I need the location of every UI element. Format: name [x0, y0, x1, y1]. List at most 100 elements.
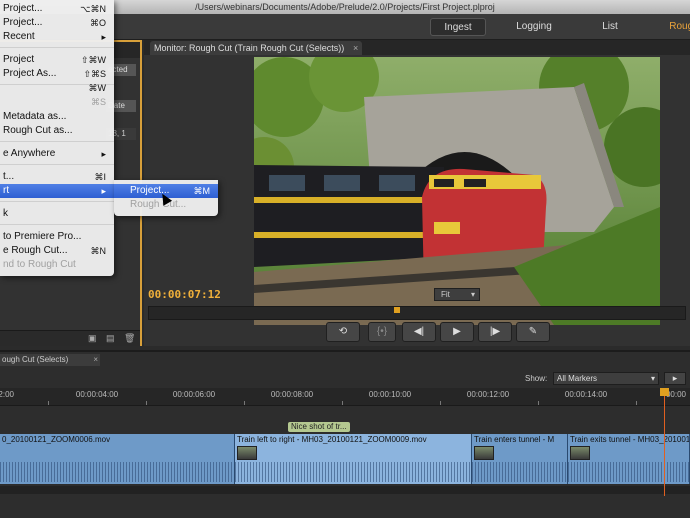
settings-button[interactable]: ✎ — [516, 322, 550, 342]
chevron-down-icon: ▾ — [650, 374, 655, 383]
ruler-label: 00:00:14:00 — [564, 390, 608, 399]
step-forward-button[interactable]: |▶ — [478, 322, 512, 342]
clip-item[interactable]: 0_20100121_ZOOM0006.mov — [0, 434, 235, 484]
menu-item-shortcut: ⇧⌘S — [83, 69, 106, 79]
menu-separator — [0, 201, 114, 202]
marker-button[interactable]: {•} — [368, 322, 396, 342]
clip-item[interactable]: Train enters tunnel - M — [472, 434, 568, 484]
menu-close[interactable]: ⌘W — [0, 81, 114, 95]
timeline-playhead-handle[interactable] — [660, 388, 669, 396]
menu-save-metadata-as[interactable]: Metadata as... — [0, 110, 114, 124]
menu-item-shortcut: ⌥⌘N — [80, 4, 106, 14]
workspace-ingest[interactable]: Ingest — [430, 18, 486, 36]
menu-item-k[interactable]: k — [0, 207, 114, 221]
menu-item-label: Project... — [3, 3, 43, 14]
clip-waveform — [472, 462, 567, 482]
ruler-tick — [636, 401, 637, 405]
menu-item-label: Metadata as... — [3, 111, 67, 122]
menu-export[interactable]: rt ▸ — [0, 184, 114, 198]
time-ruler[interactable]: 02:00 00:00:04:00 00:00:06:00 00:00:08:0… — [0, 388, 690, 406]
file-menu: Project... ⌥⌘N Project... ⌘O Recent ▸ Proje… — [0, 0, 114, 276]
clip-name: Train left to right - MH03_20100121_ZOOM… — [237, 435, 427, 444]
timeline-playhead[interactable] — [664, 388, 665, 496]
ruler-tick — [244, 401, 245, 405]
menu-create-rough-cut[interactable]: e Rough Cut... ⌘N — [0, 244, 114, 258]
clip-name: Train enters tunnel - M — [474, 435, 555, 444]
monitor-tab[interactable]: Monitor: Rough Cut (Train Rough Cut (Sel… — [150, 41, 363, 55]
subclip-marker[interactable]: Nice shot of tr... — [288, 422, 350, 432]
clip-waveform — [0, 462, 234, 482]
step-back-button[interactable]: ◀| — [402, 322, 436, 342]
ruler-tick — [538, 401, 539, 405]
filter-button[interactable]: ▸ — [664, 372, 686, 385]
menu-item-label: rt — [3, 185, 10, 196]
close-icon[interactable]: × — [353, 41, 358, 55]
menu-open-project[interactable]: Project... ⌘O — [0, 16, 114, 30]
menu-save[interactable]: ⌘S — [0, 95, 114, 109]
workspace-rough[interactable]: Rough — [664, 18, 690, 36]
menu-item-label: Recent — [3, 31, 35, 42]
menu-import[interactable]: t... ⌘I — [0, 170, 114, 184]
close-icon[interactable]: × — [93, 354, 98, 366]
menu-item-shortcut: ⇧⌘W — [80, 55, 106, 65]
timeline-scrollbar[interactable] — [0, 486, 690, 494]
chevron-right-icon: ▸ — [101, 32, 106, 42]
menu-new-project[interactable]: Project... ⌥⌘N — [0, 2, 114, 16]
timeline-tab-label: ough Cut (Selects) — [2, 355, 69, 364]
ruler-tick — [146, 401, 147, 405]
menu-item-shortcut: ⌘N — [90, 246, 107, 256]
trash-icon[interactable]: 🗑 — [124, 334, 135, 343]
clip-item[interactable]: Train exits tunnel - MH03_20100121_ — [568, 434, 690, 484]
menu-send-to-premiere[interactable]: to Premiere Pro... — [0, 230, 114, 244]
clip-thumbnail — [237, 446, 257, 460]
menu-item-label: t... — [3, 171, 15, 182]
train-video-image — [254, 57, 660, 325]
play-button[interactable]: ▶ — [440, 322, 474, 342]
ruler-tick — [342, 401, 343, 405]
ruler-label: 00:00:06:00 — [172, 390, 216, 399]
ruler-label: 00:00:12:00 — [466, 390, 510, 399]
menu-recent[interactable]: Recent ▸ — [0, 30, 114, 44]
menu-save-rough-cut-as[interactable]: Rough Cut as... — [0, 124, 114, 138]
menu-separator — [0, 47, 114, 48]
menu-share-anywhere[interactable]: e Anywhere ▸ — [0, 147, 114, 161]
clip-name: Train exits tunnel - MH03_20100121_ — [570, 435, 689, 444]
menu-item-label: Rough Cut... — [130, 199, 187, 210]
workspace-list[interactable]: List — [590, 18, 630, 36]
menu-item-shortcut: ⌘S — [90, 97, 106, 107]
clip-thumbnail — [474, 446, 494, 460]
menu-separator — [0, 141, 114, 142]
ruler-label: 02:00 — [0, 390, 15, 399]
playhead-handle[interactable] — [394, 307, 400, 313]
menu-append-to-rough-cut[interactable]: nd to Rough Cut — [0, 258, 114, 272]
zoom-value: Fit — [441, 290, 450, 299]
menu-item-label: Project... — [3, 17, 43, 28]
clip-item[interactable]: Train left to right - MH03_20100121_ZOOM… — [235, 434, 472, 484]
ruler-tick — [440, 401, 441, 405]
zoom-select[interactable]: Fit ▾ — [434, 288, 480, 301]
chevron-right-icon: ▸ — [101, 149, 106, 159]
menu-item-label: nd to Rough Cut — [3, 259, 76, 270]
menu-save-project-as[interactable]: Project As... ⇧⌘S — [0, 67, 114, 81]
new-bin-icon[interactable]: ▣ — [88, 334, 98, 343]
workspace-logging[interactable]: Logging — [506, 18, 562, 36]
ruler-tick — [48, 401, 49, 405]
video-frame — [254, 57, 660, 325]
menu-item-label: Project — [3, 54, 35, 65]
menu-item-shortcut: ⌘I — [94, 172, 106, 182]
ruler-label: 00:00:04:00 — [75, 390, 119, 399]
folder-icon[interactable]: ▤ — [106, 334, 116, 343]
loop-button[interactable]: ⟲ — [326, 322, 360, 342]
menu-separator — [0, 224, 114, 225]
show-markers-select[interactable]: All Markers ▾ — [553, 372, 659, 385]
menu-separator — [0, 164, 114, 165]
clip-waveform — [235, 462, 471, 482]
menu-close-project[interactable]: Project ⇧⌘W — [0, 53, 114, 67]
monitor-tab-label: Monitor: Rough Cut (Train Rough Cut (Sel… — [154, 43, 345, 53]
clip-waveform — [568, 462, 689, 482]
ruler-label: 00:00:10:00 — [368, 390, 412, 399]
clip-track: 0_20100121_ZOOM0006.mov Train left to ri… — [0, 434, 690, 484]
timeline-tab[interactable]: ough Cut (Selects) × — [0, 354, 100, 366]
monitor-scrubber[interactable] — [148, 306, 686, 320]
monitor-timecode[interactable]: 00:00:07:12 — [148, 288, 221, 301]
